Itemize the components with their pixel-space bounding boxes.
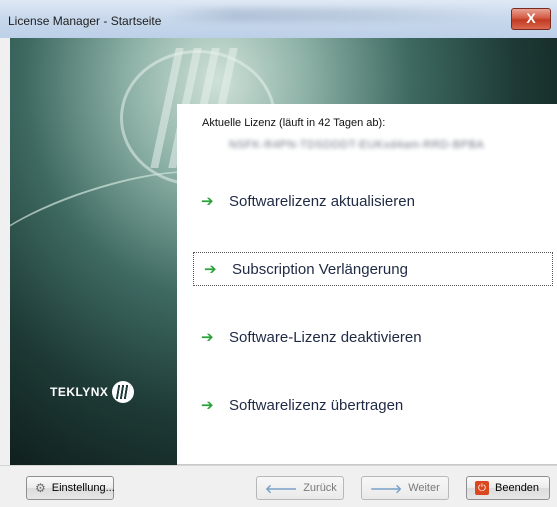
teklynx-logo: TEKLYNX: [50, 381, 135, 403]
action-subscription-renewal[interactable]: ➔ Subscription Verlängerung: [193, 252, 553, 286]
green-arrow-icon: ➔: [201, 329, 214, 346]
title-bar: License Manager - Startseite X: [0, 0, 557, 38]
action-label: Software-Lizenz deaktivieren: [229, 328, 422, 346]
brand-name: TEKLYNX: [50, 385, 109, 399]
action-label: Subscription Verlängerung: [232, 260, 408, 278]
content-panel: Aktuelle Lizenz (läuft in 42 Tagen ab): …: [177, 104, 557, 465]
arrow-right-icon: 🡒: [370, 481, 403, 496]
settings-button[interactable]: ⚙ Einstellung...: [26, 476, 115, 500]
license-key: NSFK-R4PN-TDSDDDT-EUKxd4am-RRD-BPBA: [229, 139, 485, 151]
green-arrow-icon: ➔: [201, 397, 214, 414]
window-body: TEKLYNX Aktuelle Lizenz (läuft in 42 Tag…: [10, 38, 557, 465]
exit-label: Beenden: [495, 482, 540, 494]
title-bar-blur: [170, 8, 490, 22]
next-button[interactable]: 🡒 Weiter: [361, 476, 449, 500]
back-button[interactable]: 🡐 Zurück: [256, 476, 344, 500]
next-label: Weiter: [408, 482, 440, 494]
power-icon: ⏻: [475, 481, 489, 495]
exit-button[interactable]: ⏻ Beenden: [466, 476, 550, 500]
teklynx-mark-icon: [112, 381, 135, 403]
action-deactivate-license[interactable]: ➔ Software-Lizenz deaktivieren: [191, 320, 551, 354]
settings-icon: ⚙: [35, 481, 46, 495]
action-update-license[interactable]: ➔ Softwarelizenz aktualisieren: [191, 184, 551, 218]
action-transfer-license[interactable]: ➔ Softwarelizenz übertragen: [191, 388, 551, 422]
arrow-left-icon: 🡐: [265, 481, 298, 496]
window-title: License Manager - Startseite: [8, 14, 162, 28]
button-bar: ⚙ Einstellung... 🡐 Zurück 🡒 Weiter ⏻ Bee…: [0, 465, 557, 507]
license-label: Aktuelle Lizenz (läuft in 42 Tagen ab):: [202, 117, 386, 129]
action-label: Softwarelizenz aktualisieren: [229, 192, 415, 210]
back-label: Zurück: [303, 482, 337, 494]
green-arrow-icon: ➔: [201, 193, 214, 210]
close-button[interactable]: X: [511, 8, 551, 30]
action-label: Softwarelizenz übertragen: [229, 396, 404, 414]
settings-label: Einstellung...: [51, 482, 115, 494]
green-arrow-icon: ➔: [204, 261, 217, 278]
